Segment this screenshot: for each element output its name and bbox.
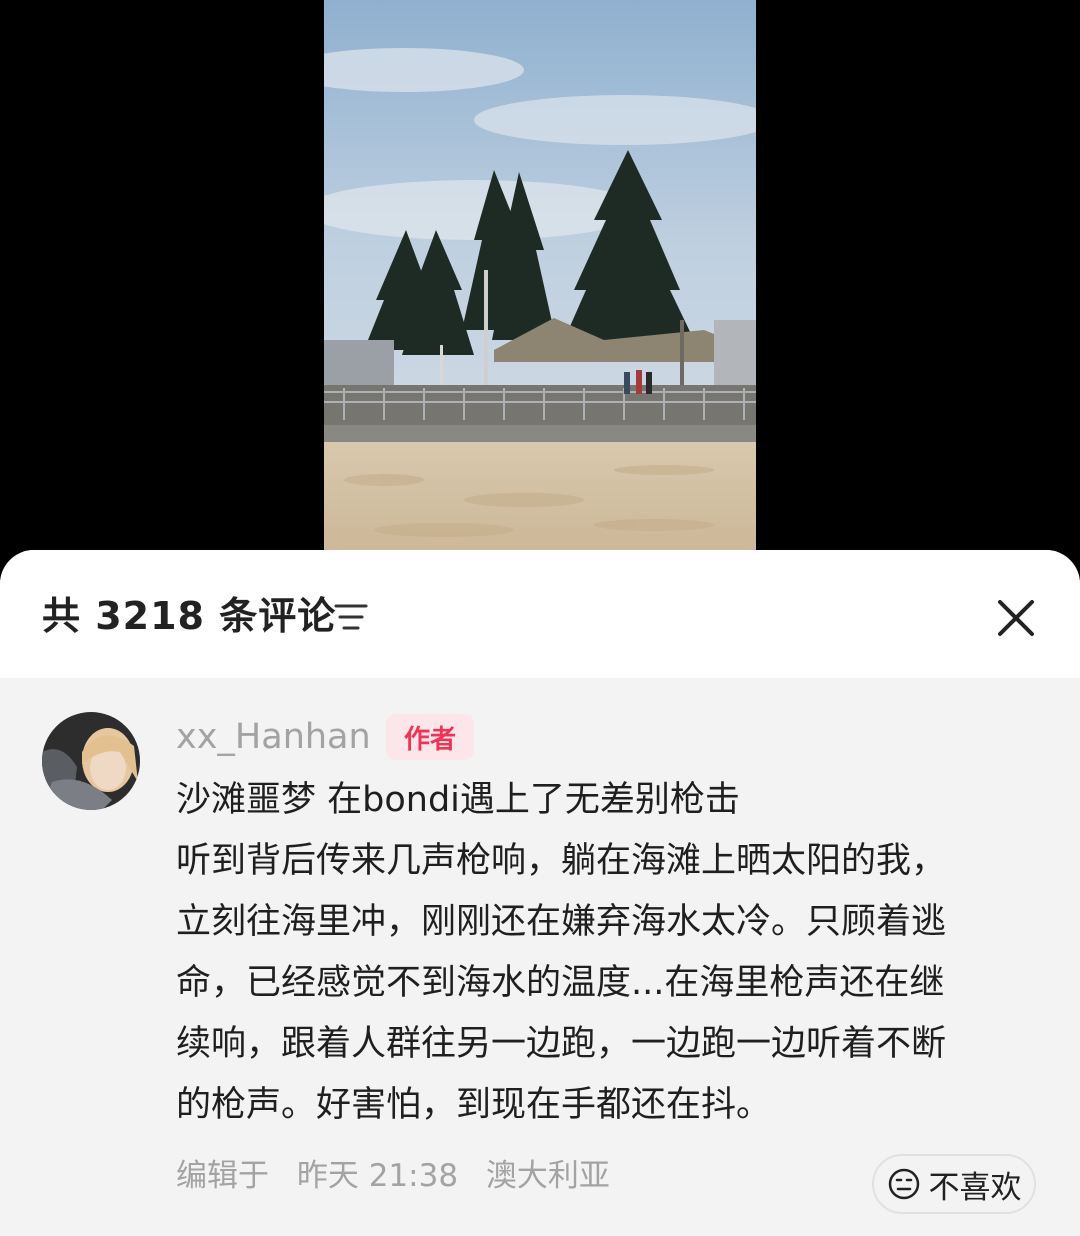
sort-icon[interactable] [334,602,368,632]
comment-sheet: 共 3218 条评论 xx_Hanhan 作者 沙滩噩梦 在bondi遇上了无差 [0,550,1080,1236]
author-badge: 作者 [386,714,474,760]
comment-line: 听到背后传来几声枪响，躺在海滩上晒太阳的我， [176,841,947,881]
comment-count-title: 共 3218 条评论 [42,594,337,638]
comment-sheet-header: 共 3218 条评论 [0,550,1080,678]
comment-line: 沙滩噩梦 在bondi遇上了无差别枪击 [176,780,740,820]
dislike-button[interactable]: 不喜欢 [872,1154,1036,1214]
comment-item: xx_Hanhan 作者 沙滩噩梦 在bondi遇上了无差别枪击 听到背后传来几… [0,678,1080,1236]
comment-line: 续响，跟着人群往另一边跑，一边跑一边听着不断 [176,1024,947,1064]
comment-line: 命，已经感觉不到海水的温度...在海里枪声还在继 [176,963,945,1003]
comment-username[interactable]: xx_Hanhan [176,714,371,760]
comment-line: 的枪声。好害怕，到现在手都还在抖。 [176,1085,772,1125]
comment-body: 沙滩噩梦 在bondi遇上了无差别枪击 听到背后传来几声枪响，躺在海滩上晒太阳的… [176,770,1046,1136]
close-icon[interactable] [992,594,1040,642]
comment-time: 昨天 21:38 [296,1158,459,1194]
beach-scene-image [324,0,756,550]
comment-line: 立刻往海里冲，刚刚还在嫌弃海水太冷。只顾着逃 [176,902,947,942]
dislike-label: 不喜欢 [928,1169,1022,1206]
comment-meta: 编辑于 昨天 21:38 澳大利亚 [176,1154,628,1198]
dislike-face-icon [888,1168,919,1200]
comment-location: 澳大利亚 [485,1158,610,1194]
video-player[interactable] [324,0,756,550]
edited-label: 编辑于 [176,1158,269,1194]
avatar[interactable] [42,712,140,810]
